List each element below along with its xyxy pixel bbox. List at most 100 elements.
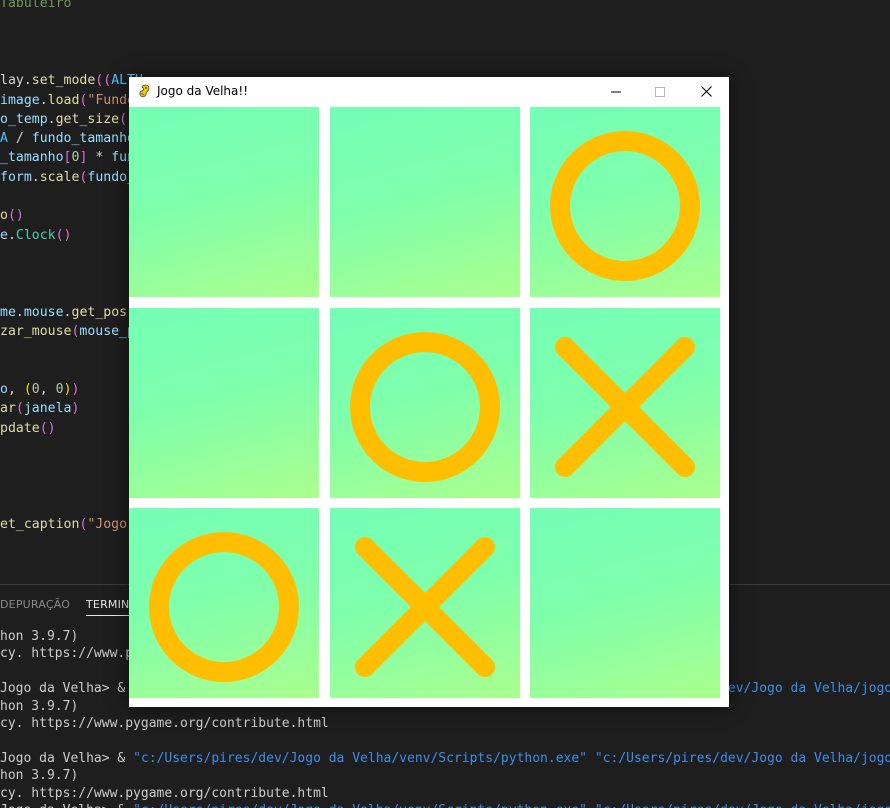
terminal-token: Jogo da Velha> & bbox=[0, 750, 134, 766]
board-cell-8[interactable] bbox=[330, 508, 520, 698]
code-token: e bbox=[0, 227, 8, 243]
terminal-line: hon 3.9.7) bbox=[0, 767, 78, 784]
tab-debug-console[interactable]: DEPURAÇÃO bbox=[0, 597, 70, 613]
cell-mark bbox=[330, 107, 520, 297]
terminal-token: hon 3.9.7) bbox=[0, 629, 79, 644]
terminal-token: hon 3.9.7) bbox=[0, 698, 79, 714]
code-line: o_temp.get_size() bbox=[0, 110, 135, 129]
game-window[interactable]: Jogo da Velha!! bbox=[129, 77, 729, 707]
terminal-token: hon 3.9.7) bbox=[0, 768, 79, 784]
code-token: . bbox=[63, 304, 72, 320]
code-token: () bbox=[7, 208, 24, 224]
code-line: ar(janela) bbox=[0, 399, 79, 418]
code-token: lay. bbox=[0, 73, 32, 89]
maximize-button[interactable] bbox=[637, 77, 683, 106]
code-token: , bbox=[7, 382, 24, 397]
terminal-token: "c:/Users/pires/dev/Jogo da Velha/venv/S… bbox=[133, 803, 587, 808]
code-token: janela bbox=[23, 401, 72, 417]
board-cell-7[interactable] bbox=[129, 508, 319, 698]
code-token: / bbox=[7, 131, 32, 147]
cell-mark bbox=[149, 532, 299, 682]
cell-mark bbox=[129, 308, 319, 498]
code-token: Clock bbox=[15, 227, 56, 243]
code-token: pdate bbox=[0, 420, 40, 436]
code-line: form.scale(fundo_t bbox=[0, 168, 143, 187]
code-token: mouse bbox=[23, 304, 64, 320]
code-token: ( bbox=[15, 401, 24, 417]
code-token: Tabuleiro bbox=[0, 0, 72, 11]
code-token: ( bbox=[23, 382, 32, 397]
code-token: . bbox=[15, 304, 24, 320]
code-token: () bbox=[39, 420, 56, 436]
code-token: get_size bbox=[55, 111, 120, 127]
terminal-token: "c:/Users/pires/dev/Jogo da Velha/jogo.p… bbox=[595, 803, 890, 808]
code-token: . bbox=[7, 227, 16, 243]
code-line: pdate() bbox=[0, 419, 56, 438]
code-line: et_caption("Jogo d bbox=[0, 515, 143, 534]
cell-mark bbox=[350, 332, 500, 482]
code-token: zar_mouse bbox=[0, 324, 72, 340]
terminal-line: cy. https://www.pygame.org/contribute.ht… bbox=[0, 715, 329, 732]
code-token: . bbox=[31, 169, 40, 185]
window-titlebar[interactable]: Jogo da Velha!! bbox=[129, 77, 729, 106]
terminal-token: Jogo da Velha> & bbox=[0, 681, 134, 697]
terminal-token: "c:/Users/pires/dev/Jogo da Velha/jogo.p… bbox=[594, 750, 890, 766]
minimize-button[interactable] bbox=[593, 77, 639, 106]
code-token: o bbox=[0, 382, 8, 397]
maximize-icon bbox=[655, 86, 665, 97]
close-icon bbox=[700, 86, 712, 97]
code-token: fundo_tamanho bbox=[31, 131, 135, 147]
cell-mark bbox=[550, 131, 700, 281]
code-line: o, (0, 0)) bbox=[0, 380, 80, 399]
terminal-token: "c:/Users/pires/dev/Jogo da Velha/venv/S… bbox=[133, 750, 588, 766]
board-cell-9[interactable] bbox=[530, 508, 720, 698]
code-token: set_mode bbox=[31, 73, 96, 89]
code-token: image bbox=[0, 92, 40, 108]
code-token: ) bbox=[63, 382, 72, 397]
code-token: get_pos bbox=[71, 304, 128, 320]
code-token: , bbox=[39, 382, 56, 397]
o-mark bbox=[149, 532, 299, 682]
terminal-token: cy. https://www.pygame.org/contribute.ht… bbox=[0, 785, 329, 801]
terminal-token: cy. https://www.pygame.org/contribute.ht… bbox=[0, 716, 329, 731]
code-token: () bbox=[55, 227, 72, 243]
board-cell-4[interactable] bbox=[129, 308, 319, 498]
code-token: ) bbox=[71, 401, 80, 417]
window-title: Jogo da Velha!! bbox=[157, 84, 249, 98]
code-line: image.load("Fundo bbox=[0, 91, 135, 110]
board-cell-1[interactable] bbox=[129, 107, 319, 297]
code-token: 0 bbox=[55, 382, 64, 397]
code-line: _tamanho[0] * fund bbox=[0, 148, 143, 167]
code-token: . bbox=[39, 92, 48, 108]
terminal-line: Jogo da Velha> & "c:/Users/pires/dev/Jog… bbox=[0, 802, 890, 808]
terminal-line: hon 3.9.7) bbox=[0, 698, 78, 715]
code-line: zar_mouse(mouse_po bbox=[0, 322, 143, 341]
o-mark bbox=[550, 131, 700, 281]
code-token: o_temp bbox=[0, 111, 48, 127]
code-token: me bbox=[0, 304, 16, 320]
code-token: (( bbox=[95, 73, 112, 89]
code-token: . bbox=[47, 111, 56, 127]
board-cell-6[interactable] bbox=[530, 308, 720, 498]
code-token: et_caption bbox=[0, 517, 80, 533]
cell-mark bbox=[530, 508, 720, 698]
code-line: e.Clock() bbox=[0, 226, 72, 245]
close-button[interactable] bbox=[683, 77, 729, 106]
code-token: * bbox=[87, 150, 112, 166]
board-cell-2[interactable] bbox=[330, 107, 520, 297]
game-board[interactable] bbox=[129, 107, 729, 707]
code-line: Tabuleiro bbox=[0, 0, 71, 13]
cell-mark bbox=[555, 337, 695, 477]
code-line: lay.set_mode((ALTU bbox=[0, 71, 143, 90]
board-cell-5[interactable] bbox=[330, 308, 520, 498]
code-line: A / fundo_tamanho[ bbox=[0, 129, 143, 148]
terminal-line: cy. https://www.pygame.org/contribute.ht… bbox=[0, 785, 329, 802]
code-token: ) bbox=[71, 382, 80, 397]
terminal-line: Jogo da Velha> & "c:/Users/pires/dev/Jog… bbox=[0, 750, 890, 767]
code-token: _tamanho bbox=[0, 150, 64, 166]
board-cell-3[interactable] bbox=[530, 107, 720, 297]
cell-mark bbox=[355, 537, 495, 677]
code-token: "Fundo bbox=[87, 92, 136, 108]
